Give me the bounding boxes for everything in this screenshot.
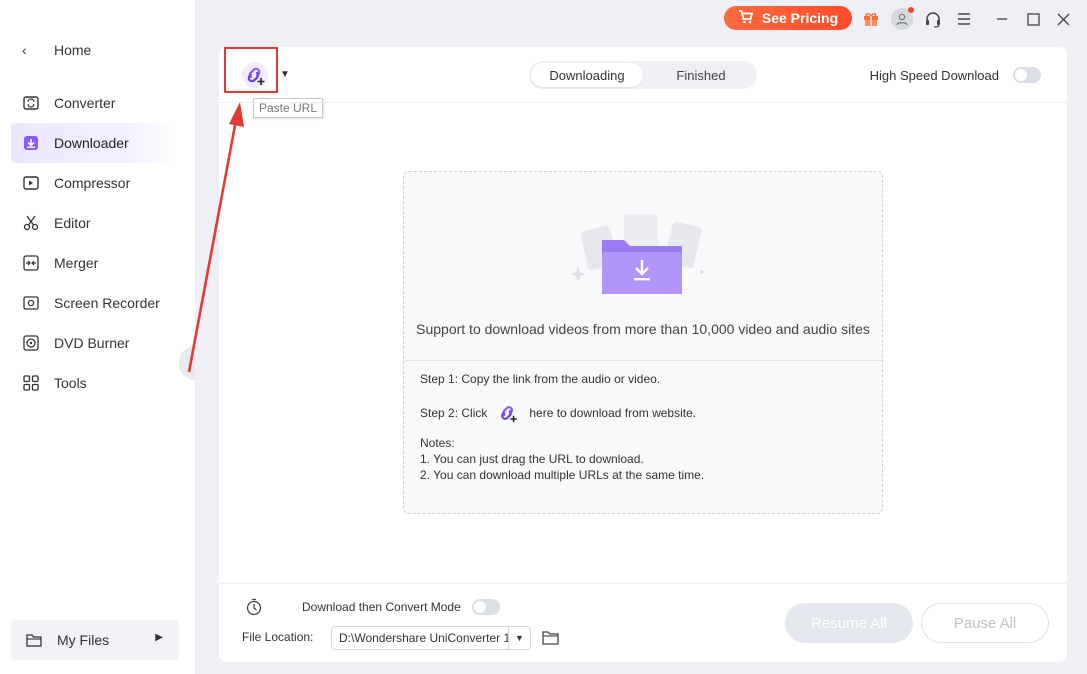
sidebar-item-label: Tools [54,375,87,391]
notes-title: Notes: [420,436,455,450]
sidebar-item-label: Editor [54,215,91,231]
scissors-icon [22,214,40,232]
notification-dot [908,7,914,13]
sidebar-nav: Converter Downloader Compressor Editor M… [11,83,179,403]
merger-icon [22,254,40,272]
paste-url-dropdown-icon[interactable]: ▼ [280,69,290,80]
sidebar-item-screen-recorder[interactable]: Screen Recorder [11,283,179,323]
home-label: Home [54,42,92,58]
chevron-right-icon: ▶ [155,632,163,643]
download-folder-illustration [572,214,704,294]
file-location-label: File Location: [242,630,314,644]
sidebar-item-tools[interactable]: Tools [11,363,179,403]
converter-icon [22,94,40,112]
high-speed-download-label: High Speed Download [869,68,999,83]
my-files-label: My Files [57,632,110,648]
tab-finished[interactable]: Finished [645,61,757,89]
step-2-prefix: Step 2: Click [420,406,488,420]
gift-icon[interactable] [860,8,882,30]
pause-all-button[interactable]: Pause All [921,603,1049,643]
sidebar-item-label: Compressor [54,175,131,191]
high-speed-download-toggle[interactable] [1013,67,1041,83]
sidebar-item-converter[interactable]: Converter [11,83,179,123]
timer-icon[interactable] [245,598,263,616]
cart-icon [738,9,754,27]
paste-url-tooltip: Paste URL [253,98,324,118]
sidebar-item-label: Downloader [54,135,129,151]
disc-icon [22,334,40,352]
file-location-select[interactable]: D:\Wondershare UniConverter 1 ▼ [331,626,531,650]
resume-all-button[interactable]: Resume All [785,603,913,643]
compressor-icon [22,174,40,192]
sidebar-item-downloader[interactable]: Downloader [11,123,179,163]
dropzone-divider [404,360,882,361]
folder-icon [25,631,43,649]
download-convert-mode-toggle[interactable] [472,599,500,615]
home-button[interactable]: ‹ Home [22,42,91,58]
sidebar-item-label: DVD Burner [54,335,130,351]
see-pricing-label: See Pricing [761,10,839,26]
note-1: 1. You can just drag the URL to download… [420,452,644,466]
support-text: Support to download videos from more tha… [416,321,870,337]
url-drop-zone[interactable]: Support to download videos from more tha… [403,171,883,514]
step-2-row: Step 2: Click here to download from webs… [420,400,696,426]
my-files-button[interactable]: My Files ▶ [11,620,179,660]
user-avatar-icon[interactable] [891,7,914,30]
close-icon[interactable] [1052,8,1074,30]
annotation-highlight-box [224,47,278,93]
minimize-icon[interactable] [991,8,1013,30]
see-pricing-button[interactable]: See Pricing [724,6,852,30]
sidebar-item-compressor[interactable]: Compressor [11,163,179,203]
step-2-suffix: here to download from website. [529,406,697,420]
screen-recorder-icon [22,294,40,312]
title-bar: See Pricing [195,0,1087,38]
tab-downloading[interactable]: Downloading [531,63,643,87]
sidebar-item-dvd-burner[interactable]: DVD Burner [11,323,179,363]
downloader-icon [22,134,40,152]
download-convert-mode-label: Download then Convert Mode [302,600,461,614]
maximize-icon[interactable] [1022,8,1044,30]
tools-grid-icon [22,374,40,392]
chevron-left-icon: ‹ [22,42,27,58]
toolbar-divider [219,102,1067,103]
notes-block: Notes: 1. You can just drag the URL to d… [420,435,704,483]
menu-icon[interactable] [953,8,975,30]
bottom-divider [219,583,1067,584]
chevron-down-icon: ▼ [508,627,530,649]
open-folder-icon[interactable] [541,629,561,647]
link-add-icon [501,406,518,423]
headset-support-icon[interactable] [922,8,944,30]
sidebar-item-label: Screen Recorder [54,295,160,311]
sidebar-item-editor[interactable]: Editor [11,203,179,243]
download-tabs: Downloading Finished [529,61,757,89]
file-location-value: D:\Wondershare UniConverter 1 [339,631,511,645]
step-1-text: Step 1: Copy the link from the audio or … [420,372,661,386]
note-2: 2. You can download multiple URLs at the… [420,468,705,482]
sidebar: ‹ Home Converter Downloader Compressor E… [0,0,195,674]
sidebar-item-label: Merger [54,255,99,271]
sidebar-item-label: Converter [54,95,116,111]
downloader-panel: ▼ Paste URL Downloading Finished High Sp… [219,47,1067,662]
sidebar-item-merger[interactable]: Merger [11,243,179,283]
